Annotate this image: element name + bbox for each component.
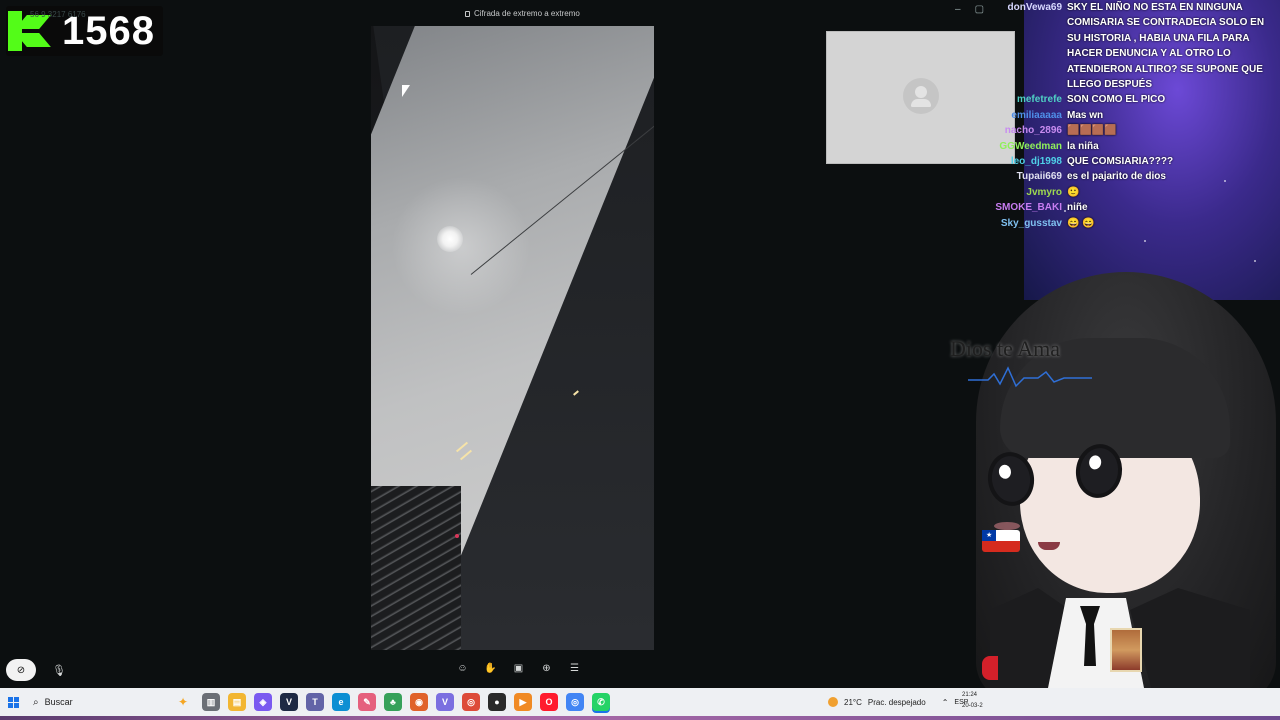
screen-share-icon[interactable]: ▣ bbox=[512, 662, 525, 675]
chat-text: Mas wn bbox=[1067, 109, 1104, 121]
caller-id: 56 9 3217 6176 bbox=[30, 10, 86, 19]
encryption-text: Cifrada de extremo a extremo bbox=[474, 9, 580, 18]
stream-screen: 1568 56 9 3217 6176 Cifrada de extremo a… bbox=[0, 0, 1280, 720]
taskbar-apps: ▥ ▤ ◈ V T e ✎ ♣ ◉ V ◎ ● ▶ O ◎ ✆ bbox=[202, 693, 610, 711]
store-icon[interactable]: ♣ bbox=[384, 693, 402, 711]
clock-date: 20-03-2 bbox=[962, 703, 983, 709]
vscode-icon[interactable]: V bbox=[280, 693, 298, 711]
chrome-dev-icon[interactable]: ◎ bbox=[566, 693, 584, 711]
microphone-icon: 🎙 bbox=[52, 664, 66, 677]
chat-text: 😄 😄 bbox=[1067, 217, 1095, 229]
paint-icon[interactable]: ✎ bbox=[358, 693, 376, 711]
weather-icon bbox=[828, 697, 838, 707]
whatsapp-icon[interactable]: ✆ bbox=[592, 693, 610, 711]
media-app-icon[interactable]: ▶ bbox=[514, 693, 532, 711]
moon-light bbox=[437, 226, 463, 252]
raise-hand-icon[interactable]: ✋ bbox=[484, 662, 497, 675]
recording-indicator bbox=[982, 656, 998, 680]
search-placeholder: Buscar bbox=[44, 697, 73, 707]
chat-message: Sky_gusstav 😄 😄 bbox=[960, 216, 1280, 231]
overlay-title: Dios te Ama bbox=[950, 336, 1060, 361]
weather-desc: Prac. despejado bbox=[867, 697, 926, 707]
chat-panel: donVewa69 SKY EL NIÑO NO ESTA EN NINGUNA… bbox=[960, 0, 1280, 231]
taskbar: ⌕ Buscar ✦ ▥ ▤ ◈ V T e ✎ ♣ ◉ V ◎ ● ▶ O ◎… bbox=[0, 688, 1280, 716]
chevron-up-icon[interactable]: ⌃ bbox=[942, 698, 949, 707]
microphone-button[interactable]: 🎙 bbox=[44, 659, 74, 681]
more-icon[interactable]: ☰ bbox=[568, 662, 581, 675]
remote-video bbox=[371, 26, 654, 650]
chat-username: donVewa69 bbox=[1007, 2, 1062, 13]
religious-image-badge bbox=[1110, 628, 1142, 672]
wallpaper-strip bbox=[0, 716, 1280, 720]
copilot-icon[interactable]: ✦ bbox=[174, 693, 192, 711]
camera-off-icon: ⊘ bbox=[16, 664, 26, 676]
copilot-app-icon[interactable]: ◈ bbox=[254, 693, 272, 711]
chile-flag-icon: ★ bbox=[982, 530, 1020, 552]
task-view-icon[interactable]: ▥ bbox=[202, 693, 220, 711]
chat-text: QUE COMSIARIA???? bbox=[1067, 156, 1174, 168]
chat-username: nacho_2896 bbox=[1004, 125, 1062, 137]
chat-message: Tupaii669 es el pajarito de dios bbox=[960, 169, 1280, 184]
clock-time: 21:24 bbox=[962, 692, 978, 698]
chat-text: 🟫🟫🟫🟫 bbox=[1067, 125, 1117, 137]
chat-text: niñe bbox=[1067, 202, 1088, 214]
weather-temp: 21°C bbox=[844, 697, 862, 707]
call-toolbar: ☺ ✋ ▣ ⊕ ☰ bbox=[456, 662, 581, 675]
firefox-icon[interactable]: ◉ bbox=[410, 693, 428, 711]
chat-message: nacho_2896 🟫🟫🟫🟫 bbox=[960, 123, 1280, 138]
chat-text: SON COMO EL PICO bbox=[1067, 94, 1166, 106]
opera-icon[interactable]: O bbox=[540, 693, 558, 711]
chat-message: donVewa69 SKY EL NIÑO NO ESTA EN NINGUNA… bbox=[960, 0, 1280, 92]
chat-message: emiliaaaaa Mas wn bbox=[960, 108, 1280, 123]
obs-icon[interactable]: ● bbox=[488, 693, 506, 711]
chat-username: Sky_gusstav bbox=[1000, 217, 1062, 229]
emoji-icon[interactable]: ☺ bbox=[456, 662, 469, 675]
file-explorer-icon[interactable]: ▤ bbox=[228, 693, 246, 711]
chat-username: SMOKE_BAKI bbox=[995, 202, 1062, 214]
chat-username: leo_dj1998 bbox=[1010, 156, 1062, 168]
start-button[interactable] bbox=[0, 688, 26, 716]
visual-studio-icon[interactable]: V bbox=[436, 693, 454, 711]
edge-icon[interactable]: e bbox=[332, 693, 350, 711]
chat-text: 🙂 bbox=[1067, 186, 1080, 198]
chat-message: Jvmyro 🙂 bbox=[960, 185, 1280, 200]
clock[interactable]: 21:24 20-03-2 bbox=[962, 690, 983, 712]
search-icon: ⌕ bbox=[33, 696, 39, 708]
chat-message: leo_dj1998 QUE COMSIARIA???? bbox=[960, 154, 1280, 169]
chat-text: SKY EL NIÑO NO ESTA EN NINGUNA COMISARIA… bbox=[1067, 2, 1265, 91]
system-tray: 21°C Prac. despejado ⌃ ESP bbox=[828, 688, 968, 716]
chat-text: es el pajarito de dios bbox=[1067, 171, 1166, 183]
teams-icon[interactable]: T bbox=[306, 693, 324, 711]
mouse-cursor-icon bbox=[402, 85, 410, 97]
chat-username: Tupaii669 bbox=[1016, 171, 1062, 183]
chat-message: SMOKE_BAKI niñe bbox=[960, 200, 1280, 215]
lock-icon bbox=[465, 10, 470, 17]
chat-message: GGWeedman la niña bbox=[960, 139, 1280, 154]
user-avatar-icon bbox=[903, 78, 939, 114]
chat-username: mefetrefe bbox=[1016, 94, 1062, 106]
taskbar-search[interactable]: ⌕ Buscar bbox=[29, 691, 172, 713]
chat-text: la niña bbox=[1067, 140, 1099, 152]
chrome-icon[interactable]: ◎ bbox=[462, 693, 480, 711]
vtuber-avatar: ★ bbox=[960, 268, 1280, 688]
encryption-label: Cifrada de extremo a extremo bbox=[465, 9, 580, 18]
heartbeat-line-icon bbox=[968, 366, 1092, 388]
camera-toggle-button[interactable]: ⊘ bbox=[6, 659, 36, 681]
add-person-icon[interactable]: ⊕ bbox=[540, 662, 553, 675]
chat-message: mefetrefe SON COMO EL PICO bbox=[960, 92, 1280, 107]
windows-icon bbox=[7, 696, 19, 708]
chat-username: emiliaaaaa bbox=[1011, 109, 1062, 121]
chat-username: GGWeedman bbox=[999, 140, 1062, 152]
chat-username: Jvmyro bbox=[1026, 186, 1062, 198]
